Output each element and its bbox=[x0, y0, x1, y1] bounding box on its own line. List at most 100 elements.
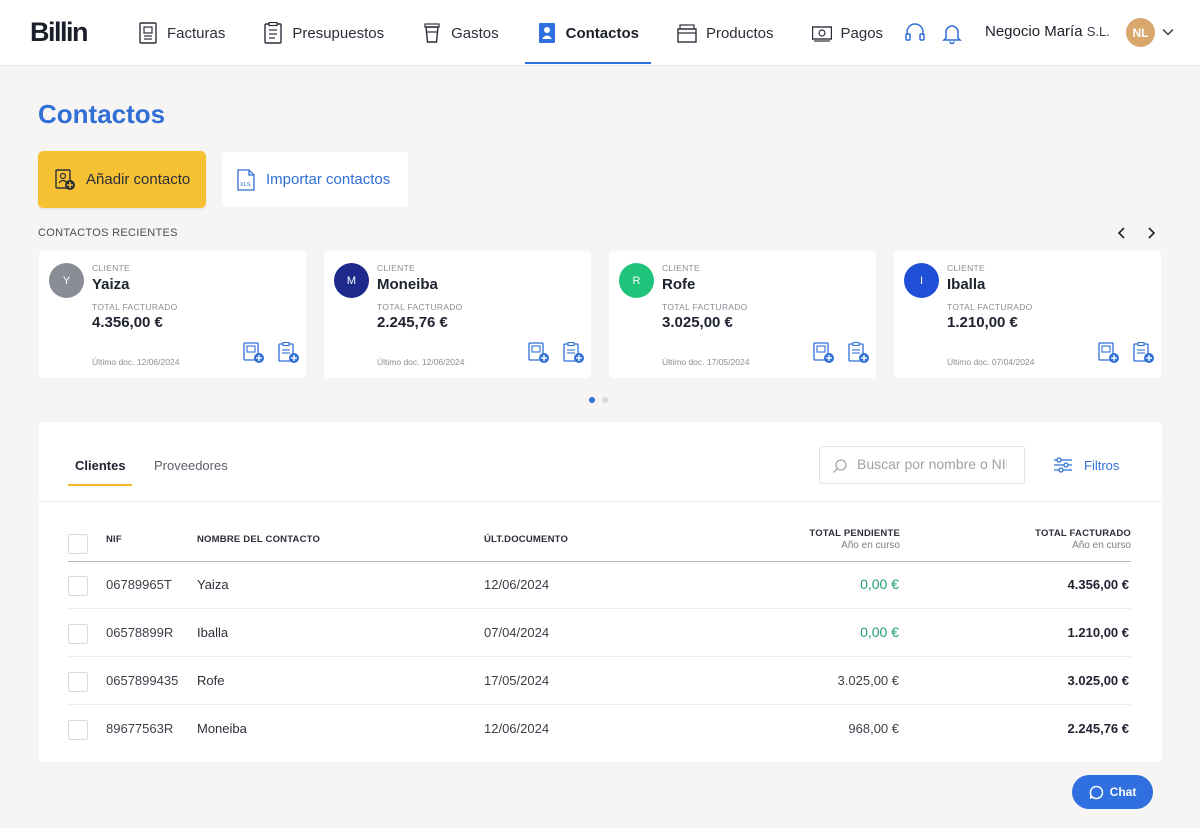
search-input[interactable] bbox=[857, 456, 1007, 472]
new-quote-icon[interactable] bbox=[278, 342, 300, 364]
header-contact-name[interactable]: NOMBRE DEL CONTACTO bbox=[197, 534, 320, 545]
chevron-left-icon[interactable] bbox=[1114, 225, 1130, 241]
header-total-pending-sub: Año en curso bbox=[841, 540, 900, 551]
header-total-billed-sub: Año en curso bbox=[1072, 540, 1131, 551]
quote-icon bbox=[264, 22, 283, 44]
import-contacts-label: Importar contactos bbox=[266, 171, 391, 188]
contact-type: CLIENTE bbox=[377, 263, 415, 273]
cell-contact-name[interactable]: Yaiza bbox=[197, 577, 229, 592]
new-invoice-icon[interactable] bbox=[243, 342, 265, 364]
search-box[interactable] bbox=[819, 446, 1025, 484]
new-invoice-icon[interactable] bbox=[528, 342, 550, 364]
cell-last-document: 17/05/2024 bbox=[484, 673, 550, 688]
cell-last-document: 12/06/2024 bbox=[484, 721, 550, 736]
new-quote-icon[interactable] bbox=[563, 342, 585, 364]
table-row[interactable]: 0657899435 Rofe 17/05/2024 3.025,00 € 3.… bbox=[68, 657, 1131, 705]
chevron-down-icon[interactable] bbox=[1162, 26, 1174, 38]
import-contacts-button[interactable]: XLS Importar contactos bbox=[222, 152, 408, 207]
nav-label: Contactos bbox=[565, 24, 639, 42]
company-name[interactable]: Negocio María S.L. bbox=[985, 23, 1110, 40]
carousel-dot[interactable] bbox=[602, 397, 608, 403]
header-nif[interactable]: NIF bbox=[106, 534, 122, 545]
add-contact-label: Añadir contacto bbox=[86, 171, 191, 188]
page-title: Contactos bbox=[38, 99, 166, 129]
row-checkbox[interactable] bbox=[68, 624, 88, 644]
chat-label: Chat bbox=[1109, 785, 1137, 799]
filters-button[interactable]: Filtros bbox=[1053, 457, 1119, 473]
contact-avatar: Y bbox=[49, 263, 84, 298]
table-row[interactable]: 06789965T Yaiza 12/06/2024 0,00 € 4.356,… bbox=[68, 561, 1131, 609]
add-contact-button[interactable]: Añadir contacto bbox=[38, 151, 206, 208]
divider bbox=[39, 501, 1162, 502]
avatar[interactable]: NL bbox=[1126, 18, 1155, 47]
contact-avatar: R bbox=[619, 263, 654, 298]
bell-icon[interactable] bbox=[941, 22, 963, 44]
last-document: Último doc. 17/05/2024 bbox=[662, 357, 750, 367]
nav-item-productos[interactable]: Productos bbox=[665, 0, 786, 66]
contacts-icon bbox=[538, 23, 555, 43]
select-all-checkbox[interactable] bbox=[68, 534, 88, 554]
nav-item-presupuestos[interactable]: Presupuestos bbox=[251, 0, 396, 66]
cell-nif: 0657899435 bbox=[106, 673, 179, 688]
header-total-pending[interactable]: TOTAL PENDIENTE bbox=[809, 528, 900, 539]
cell-contact-name[interactable]: Moneiba bbox=[197, 721, 247, 736]
nav-label: Presupuestos bbox=[292, 24, 385, 42]
header-total-billed[interactable]: TOTAL FACTURADO bbox=[1035, 528, 1131, 539]
contact-name: Moneiba bbox=[377, 276, 438, 293]
last-document: Último doc. 12/06/2024 bbox=[92, 357, 180, 367]
recent-contact-card[interactable]: M CLIENTE Moneiba TOTAL FACTURADO 2.245,… bbox=[324, 251, 591, 378]
cell-total-pending: 3.025,00 € bbox=[837, 673, 899, 688]
cell-nif: 06789965T bbox=[106, 577, 172, 592]
recent-contact-card[interactable]: R CLIENTE Rofe TOTAL FACTURADO 3.025,00 … bbox=[609, 251, 876, 378]
contact-name: Yaiza bbox=[92, 276, 130, 293]
headset-icon[interactable] bbox=[904, 22, 926, 44]
contact-type: CLIENTE bbox=[947, 263, 985, 273]
recent-contact-card[interactable]: I CLIENTE Iballa TOTAL FACTURADO 1.210,0… bbox=[894, 251, 1161, 378]
cup-icon bbox=[424, 23, 440, 43]
chevron-right-icon[interactable] bbox=[1143, 225, 1159, 241]
nav-item-pagos[interactable]: Pagos bbox=[800, 0, 896, 66]
new-invoice-icon[interactable] bbox=[1098, 342, 1120, 364]
last-document: Último doc. 12/06/2024 bbox=[377, 357, 465, 367]
tab-proveedores[interactable]: Proveedores bbox=[154, 458, 228, 473]
filters-label: Filtros bbox=[1084, 457, 1120, 473]
table-row[interactable]: 06578899R Iballa 07/04/2024 0,00 € 1.210… bbox=[68, 609, 1131, 657]
cell-contact-name[interactable]: Iballa bbox=[197, 625, 228, 640]
cell-total-billed: 1.210,00 € bbox=[1067, 625, 1129, 640]
recent-contact-card[interactable]: Y CLIENTE Yaiza TOTAL FACTURADO 4.356,00… bbox=[39, 251, 306, 378]
cell-total-billed: 2.245,76 € bbox=[1067, 721, 1129, 736]
row-checkbox[interactable] bbox=[68, 720, 88, 740]
cell-contact-name[interactable]: Rofe bbox=[197, 673, 224, 688]
tab-clientes[interactable]: Clientes bbox=[75, 458, 126, 473]
row-checkbox[interactable] bbox=[68, 576, 88, 596]
table-row[interactable]: 89677563R Moneiba 12/06/2024 968,00 € 2.… bbox=[68, 705, 1131, 753]
row-checkbox[interactable] bbox=[68, 672, 88, 692]
header-last-document[interactable]: ÚLT.DOCUMENTO bbox=[484, 534, 568, 545]
contacts-panel: Clientes Proveedores Filtros NIF NOMBRE … bbox=[39, 422, 1162, 762]
nav-item-gastos[interactable]: Gastos bbox=[410, 0, 511, 66]
nav-label: Pagos bbox=[840, 24, 884, 42]
total-billed-label: TOTAL FACTURADO bbox=[377, 302, 463, 312]
nav-item-contactos[interactable]: Contactos bbox=[524, 0, 652, 66]
svg-text:XLS: XLS bbox=[240, 182, 251, 188]
total-billed-label: TOTAL FACTURADO bbox=[92, 302, 178, 312]
total-billed-label: TOTAL FACTURADO bbox=[662, 302, 748, 312]
billin-logo[interactable]: Billin bbox=[30, 17, 89, 48]
nav-item-facturas[interactable]: Facturas bbox=[126, 0, 237, 66]
carousel-dot-active[interactable] bbox=[589, 397, 595, 403]
contact-type: CLIENTE bbox=[92, 263, 130, 273]
contact-type: CLIENTE bbox=[662, 263, 700, 273]
total-billed-amount: 4.356,00 € bbox=[92, 314, 163, 331]
money-icon bbox=[811, 26, 832, 42]
total-billed-amount: 1.210,00 € bbox=[947, 314, 1018, 331]
new-invoice-icon[interactable] bbox=[813, 342, 835, 364]
cell-total-pending: 968,00 € bbox=[848, 721, 899, 736]
contact-name: Iballa bbox=[947, 276, 986, 293]
search-icon bbox=[833, 459, 847, 473]
total-billed-label: TOTAL FACTURADO bbox=[947, 302, 1033, 312]
cell-total-billed: 4.356,00 € bbox=[1067, 577, 1129, 592]
cell-nif: 06578899R bbox=[106, 625, 174, 640]
chat-button[interactable]: Chat bbox=[1072, 775, 1153, 809]
new-quote-icon[interactable] bbox=[1133, 342, 1155, 364]
new-quote-icon[interactable] bbox=[848, 342, 870, 364]
